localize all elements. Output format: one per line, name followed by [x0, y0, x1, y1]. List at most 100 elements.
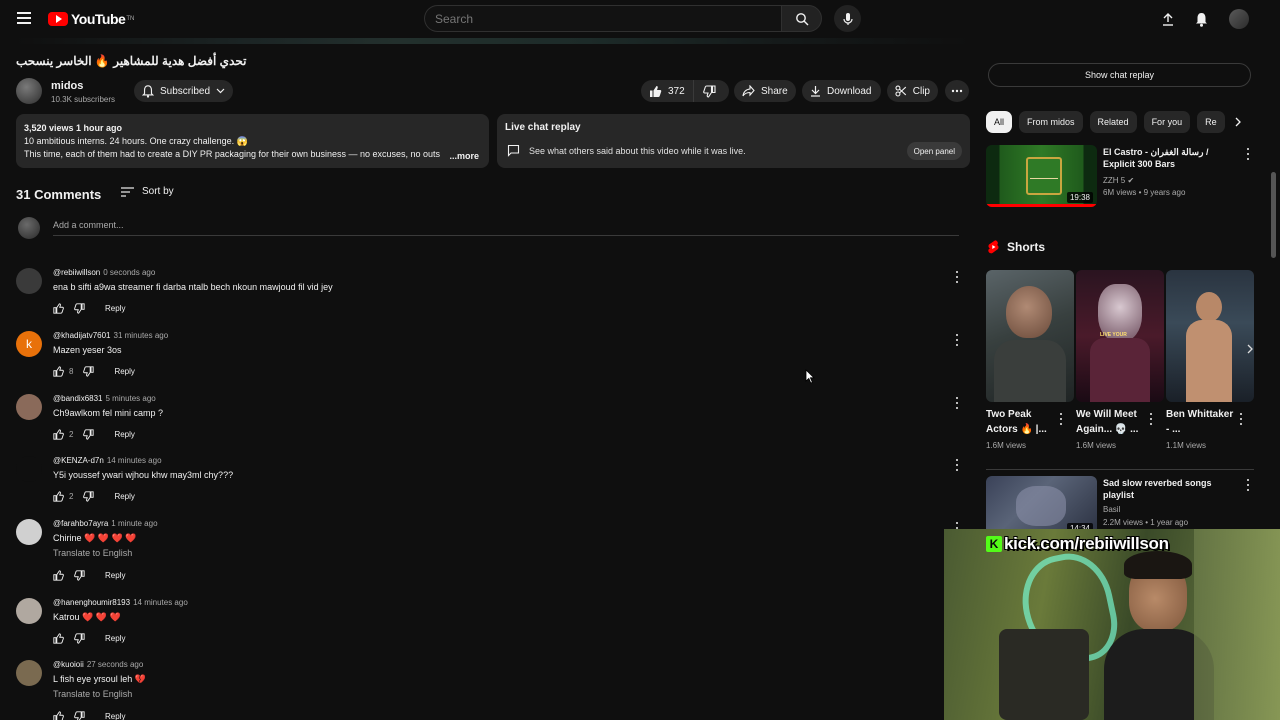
sort-by-button[interactable]: Sort by [121, 186, 174, 197]
channel-name[interactable]: midos [51, 80, 83, 92]
video-options-button[interactable] [1244, 478, 1252, 492]
comment-like-button[interactable] [53, 303, 64, 314]
comment-dislike-button[interactable] [74, 303, 85, 314]
share-button[interactable]: Share [734, 80, 796, 102]
comment-author[interactable]: @hanenghoumir8193 [53, 598, 130, 607]
chips-next-button[interactable] [1230, 114, 1246, 130]
video-title[interactable]: El Castro - رسالة الغفران / Explicit 300… [1103, 146, 1233, 170]
comment-like-button[interactable] [53, 711, 64, 720]
comment-options-button[interactable] [952, 458, 962, 472]
related-video[interactable]: 19:38 El Castro - رسالة الغفران / Explic… [986, 145, 1254, 209]
comment-like-button[interactable] [53, 491, 64, 502]
comment-dislike-button[interactable] [83, 429, 95, 440]
comment-author[interactable]: @khadijatv7601 [53, 331, 111, 340]
comment-time[interactable]: 1 minute ago [111, 519, 157, 528]
comment-time[interactable]: 27 seconds ago [87, 660, 144, 669]
chip-recent[interactable]: Re [1197, 111, 1225, 133]
short-options-button[interactable] [1058, 412, 1064, 426]
chip-related[interactable]: Related [1089, 111, 1137, 133]
comment-avatar[interactable] [16, 660, 42, 686]
reply-button[interactable]: Reply [105, 712, 125, 720]
comment-time[interactable]: 14 minutes ago [107, 456, 162, 465]
channel-name[interactable]: Basil [1103, 505, 1120, 514]
comment-author[interactable]: @rebiiwillson [53, 268, 100, 277]
open-panel-button[interactable]: Open panel [906, 142, 962, 160]
short-thumbnail[interactable] [986, 270, 1074, 402]
short-options-button[interactable] [1238, 412, 1244, 426]
comment-like-button[interactable] [53, 429, 64, 440]
short-options-button[interactable] [1148, 412, 1154, 426]
comment-options-button[interactable] [952, 270, 962, 284]
translate-link[interactable]: Translate to English [53, 689, 132, 699]
video-title[interactable]: Sad slow reverbed songs playlist [1103, 477, 1233, 501]
chip-all[interactable]: All [986, 111, 1013, 133]
comment-options-button[interactable] [952, 333, 962, 347]
reply-button[interactable]: Reply [114, 492, 134, 501]
youtube-logo[interactable]: YouTube TN [48, 10, 134, 28]
reply-button[interactable]: Reply [114, 367, 134, 376]
channel-avatar[interactable] [16, 78, 42, 104]
comment-avatar[interactable] [16, 268, 42, 294]
comment-author[interactable]: @bandix6831 [53, 394, 103, 403]
shorts-next-button[interactable] [1242, 341, 1258, 357]
comment-avatar[interactable] [16, 598, 42, 624]
comment-avatar[interactable]: k [16, 331, 42, 357]
comment-options-button[interactable] [952, 396, 962, 410]
clip-button[interactable]: Clip [887, 80, 938, 102]
subscribed-button[interactable]: Subscribed [134, 80, 233, 102]
comment-avatar[interactable] [16, 456, 42, 482]
comment-time[interactable]: 14 minutes ago [133, 598, 188, 607]
comment-author[interactable]: @kuoioii [53, 660, 84, 669]
short-title[interactable]: We Will Meet Again... 💀 ... [1076, 407, 1146, 437]
short-thumbnail[interactable] [1166, 270, 1254, 402]
comment-dislike-button[interactable] [74, 570, 85, 581]
show-more-link[interactable]: ...more [447, 150, 479, 163]
comment-time[interactable]: 5 minutes ago [106, 394, 156, 403]
show-chat-replay-button[interactable]: Show chat replay [988, 63, 1251, 87]
comment-time[interactable]: 31 minutes ago [114, 331, 169, 340]
more-actions-button[interactable] [945, 80, 969, 102]
chip-from-channel[interactable]: From midos [1019, 111, 1083, 133]
add-comment-input[interactable]: Add a comment... [53, 220, 959, 236]
comment-dislike-button[interactable] [83, 491, 95, 502]
menu-icon[interactable] [14, 9, 34, 29]
comment-time[interactable]: 0 seconds ago [103, 268, 155, 277]
comment-like-button[interactable] [53, 570, 64, 581]
dislike-button[interactable] [694, 80, 726, 102]
chip-for-you[interactable]: For you [1143, 111, 1191, 133]
short-thumbnail[interactable]: LIVE YOUR [1076, 270, 1164, 402]
translate-link[interactable]: Translate to English [53, 548, 132, 558]
comment-avatar[interactable] [16, 519, 42, 545]
like-button[interactable]: 372 [641, 80, 694, 102]
search-bar [424, 5, 822, 32]
comment-author[interactable]: @farahbo7ayra [53, 519, 108, 528]
thumbs-up-icon [53, 491, 64, 502]
short-title[interactable]: Ben Whittaker - ... [1166, 407, 1236, 437]
upload-button[interactable] [1158, 9, 1178, 29]
search-button[interactable] [781, 5, 822, 32]
channel-name[interactable]: ZZH 5 ✔ [1103, 176, 1134, 185]
voice-search-button[interactable] [834, 5, 861, 32]
reply-button[interactable]: Reply [105, 304, 125, 313]
comment-dislike-button[interactable] [83, 366, 95, 377]
search-input[interactable] [424, 5, 781, 32]
comment: @farahbo7ayra 1 minute ago Chirine ❤️ ❤️ ❤… [16, 519, 966, 581]
comment-like-button[interactable] [53, 633, 64, 644]
comment-author[interactable]: @KENZA-d7n [53, 456, 104, 465]
comment-avatar[interactable] [16, 394, 42, 420]
account-avatar[interactable] [1229, 9, 1249, 29]
short-title[interactable]: Two Peak Actors 🔥 |... [986, 407, 1056, 437]
reply-button[interactable]: Reply [105, 634, 125, 643]
comment-like-button[interactable] [53, 366, 64, 377]
comment-dislike-button[interactable] [74, 633, 85, 644]
reply-button[interactable]: Reply [105, 571, 125, 580]
description-box[interactable]: 3,520 views 1 hour ago 10 ambitious inte… [16, 114, 489, 168]
reply-button[interactable]: Reply [114, 430, 134, 439]
video-thumbnail[interactable]: 19:38 [986, 145, 1097, 207]
notifications-button[interactable] [1191, 9, 1211, 29]
bell-icon [142, 84, 154, 98]
video-options-button[interactable] [1244, 147, 1252, 161]
comment-dislike-button[interactable] [74, 711, 85, 720]
download-button[interactable]: Download [802, 80, 881, 102]
sidebar-scrollbar[interactable] [1271, 172, 1276, 258]
